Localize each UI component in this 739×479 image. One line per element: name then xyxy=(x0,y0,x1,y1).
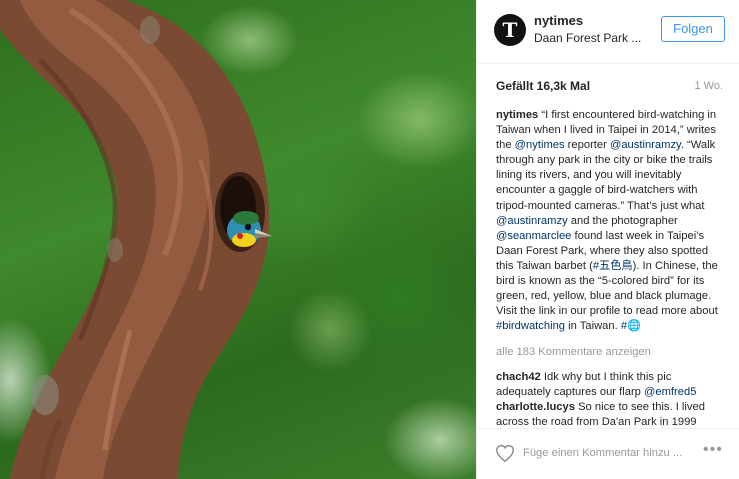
caption-username[interactable]: nytimes xyxy=(496,109,538,121)
photo-illustration xyxy=(0,0,272,479)
nytimes-logo-icon[interactable]: T xyxy=(494,14,526,46)
comment-username[interactable]: chach42 xyxy=(496,371,541,383)
globe-emoji-icon: 🌐 xyxy=(627,320,641,333)
mention-link[interactable]: @emfred5 xyxy=(644,386,696,398)
mention-link[interactable]: @austinramzy xyxy=(496,215,568,227)
caption-text: in Taiwan. xyxy=(565,320,621,333)
comment-bar: ••• xyxy=(477,428,739,479)
mention-link[interactable]: @seanmarclee xyxy=(496,230,571,242)
caption: nytimes “I first encountered bird-watchi… xyxy=(496,108,726,334)
follow-button[interactable]: Folgen xyxy=(661,16,725,42)
post-photo[interactable] xyxy=(0,0,476,479)
comment-item: charlotte.lucys So nice to see this. I l… xyxy=(496,400,726,426)
hashtag-link[interactable]: #birdwatching xyxy=(496,320,565,332)
caption-text: and the photographer xyxy=(567,214,678,227)
hashtag-link[interactable]: #五色鳥 xyxy=(593,260,633,272)
comment-list: nytimes “I first encountered bird-watchi… xyxy=(496,108,726,426)
post-username[interactable]: nytimes xyxy=(534,13,583,28)
post-header: T nytimes Daan Forest Park ... Folgen xyxy=(477,0,739,64)
more-options-icon[interactable]: ••• xyxy=(703,441,723,459)
comment-item: chach42 Idk why but I think this pic ade… xyxy=(496,370,726,400)
mention-link[interactable]: @nytimes xyxy=(515,139,565,151)
comment-input[interactable] xyxy=(523,442,691,464)
caption-text: reporter xyxy=(564,139,610,152)
mention-link[interactable]: @austinramzy xyxy=(610,139,681,151)
post-sidebar: T nytimes Daan Forest Park ... Folgen Ge… xyxy=(476,0,739,479)
post-location[interactable]: Daan Forest Park ... xyxy=(534,31,644,45)
like-count[interactable]: Gefällt 16,3k Mal xyxy=(496,79,590,93)
view-all-comments-link[interactable]: alle 183 Kommentare anzeigen xyxy=(496,345,726,360)
comment-username[interactable]: charlotte.lucys xyxy=(496,401,575,413)
post-age[interactable]: 1 Wo. xyxy=(694,80,723,92)
heart-outline-icon[interactable] xyxy=(494,442,516,464)
